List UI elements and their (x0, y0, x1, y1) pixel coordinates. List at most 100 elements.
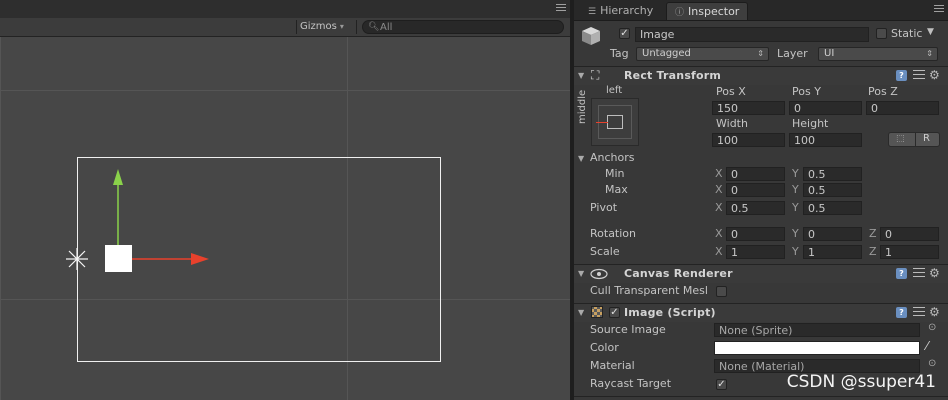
scene-view[interactable]: Gizmos ▾ 🔍︎ (0, 0, 570, 400)
scene-toolbar: Gizmos ▾ 🔍︎ (0, 18, 570, 37)
help-icon[interactable]: ? (896, 268, 907, 279)
watermark: CSDN @ssuper41 (786, 372, 936, 392)
dropdown-arrow-icon: ⇕ (757, 49, 764, 58)
pos-y-label: Pos Y (792, 85, 821, 98)
pivot-y-field[interactable]: 0.5 (803, 201, 862, 215)
source-image-field[interactable]: None (Sprite) (714, 323, 920, 337)
anchor-max-y-field[interactable]: 0.5 (803, 183, 862, 197)
anchor-min-y-field[interactable]: 0.5 (803, 167, 862, 181)
cull-transparent-checkbox[interactable] (716, 286, 727, 297)
toolbar-separator (356, 20, 357, 34)
pos-z-field[interactable]: 0 (866, 101, 939, 115)
inspector-menu-icon[interactable] (934, 5, 944, 13)
help-icon[interactable]: ? (896, 70, 907, 81)
search-icon: 🔍︎ (368, 22, 380, 32)
rect-transform-header[interactable]: ▼ ⛶ Rect Transform ? ⚙ (574, 66, 948, 85)
anchor-min-label: Min (605, 167, 625, 180)
static-dropdown-icon[interactable]: ▼ (927, 27, 934, 37)
panel-tabs: ☰ Hierarchy ⓘ Inspector (574, 0, 948, 21)
pivot-label: Pivot (590, 201, 618, 214)
cull-transparent-label: Cull Transparent Mesl (590, 284, 708, 297)
scale-label: Scale (590, 245, 620, 258)
panel-menu-icon[interactable] (556, 4, 566, 12)
y-label: Y (792, 167, 799, 180)
image-script-title: Image (Script) (624, 306, 716, 319)
scale-z-field[interactable]: 1 (880, 245, 939, 259)
y-label: Y (792, 201, 799, 214)
eyedropper-icon[interactable]: ⁄ (926, 339, 928, 353)
anchor-vertical-label: middle (577, 89, 588, 124)
width-field[interactable]: 100 (712, 133, 785, 147)
rotation-label: Rotation (590, 227, 637, 240)
gear-icon[interactable]: ⚙ (929, 266, 940, 280)
gear-icon[interactable]: ⚙ (929, 305, 940, 319)
x-label: X (715, 201, 723, 214)
scale-y-field[interactable]: 1 (803, 245, 862, 259)
gizmos-dropdown[interactable]: Gizmos ▾ (300, 20, 344, 34)
tab-inspector[interactable]: ⓘ Inspector (666, 2, 749, 20)
fold-arrow-icon[interactable]: ▼ (578, 71, 584, 80)
anchor-max-x-field[interactable]: 0 (726, 183, 785, 197)
raw-edit-button[interactable]: R (923, 133, 930, 144)
preset-icon[interactable] (913, 70, 925, 81)
anchors-fold-icon[interactable]: ▼ (578, 154, 584, 163)
tag-dropdown[interactable]: Untagged ⇕ (636, 47, 769, 61)
preset-icon[interactable] (913, 307, 925, 318)
x-axis-arrow-icon[interactable] (191, 253, 209, 265)
raycast-target-label: Raycast Target (590, 377, 672, 390)
pivot-x-field[interactable]: 0.5 (726, 201, 785, 215)
rect-transform-title: Rect Transform (624, 69, 722, 82)
raycast-target-checkbox[interactable]: ✓ (716, 379, 727, 390)
x-label: X (715, 245, 723, 258)
y-axis-arrow-icon[interactable] (113, 169, 123, 185)
anchors-label: Anchors (590, 151, 635, 164)
image-script-header[interactable]: ▼ ✓ Image (Script) ? ⚙ (574, 303, 948, 322)
layer-label: Layer (777, 47, 808, 60)
tab-hierarchy-label: Hierarchy (600, 4, 654, 17)
pos-y-field[interactable]: 0 (789, 101, 862, 115)
gear-icon[interactable]: ⚙ (929, 68, 940, 82)
rect-transform-icon: ⛶ (591, 68, 600, 82)
material-field[interactable]: None (Material) (714, 359, 920, 373)
rotation-z-field[interactable]: 0 (880, 227, 939, 241)
width-label: Width (716, 117, 748, 130)
pos-x-field[interactable]: 150 (712, 101, 785, 115)
height-label: Height (792, 117, 829, 130)
object-picker-icon[interactable]: ⊙ (928, 322, 936, 333)
canvas-renderer-header[interactable]: ▼ Canvas Renderer ? ⚙ (574, 264, 948, 283)
preset-icon[interactable] (913, 268, 925, 279)
image-enabled-checkbox[interactable]: ✓ (609, 307, 620, 318)
color-label: Color (590, 341, 619, 354)
anchor-presets-button[interactable] (591, 98, 639, 146)
scale-x-field[interactable]: 1 (726, 245, 785, 259)
static-label: Static (891, 27, 923, 40)
blueprint-icon[interactable]: ⬚ (896, 134, 905, 144)
dropdown-arrow-icon: ⇕ (926, 49, 933, 58)
image-object[interactable] (105, 245, 132, 272)
image-component-icon (591, 306, 603, 318)
layer-dropdown[interactable]: UI ⇕ (818, 47, 938, 61)
object-picker-icon[interactable]: ⊙ (928, 358, 936, 369)
fold-arrow-icon[interactable]: ▼ (578, 269, 584, 278)
rotation-y-field[interactable]: 0 (803, 227, 862, 241)
inspector-panel: ☰ Hierarchy ⓘ Inspector ✓ Image Static ▼ T… (574, 0, 948, 400)
tab-hierarchy[interactable]: ☰ Hierarchy (580, 2, 661, 20)
gameobject-active-checkbox[interactable]: ✓ (619, 28, 630, 39)
pivot-handle-icon[interactable] (66, 248, 88, 270)
help-icon[interactable]: ? (896, 307, 907, 318)
scene-search-input[interactable] (380, 21, 550, 33)
fold-arrow-icon[interactable]: ▼ (578, 308, 584, 317)
color-swatch[interactable] (714, 341, 920, 355)
tab-inspector-label: Inspector (688, 5, 740, 18)
rotation-x-field[interactable]: 0 (726, 227, 785, 241)
scene-search[interactable]: 🔍︎ (362, 20, 564, 34)
anchor-min-x-field[interactable]: 0 (726, 167, 785, 181)
y-label: Y (792, 183, 799, 196)
scene-canvas[interactable] (0, 37, 570, 400)
transform-gizmo[interactable] (0, 37, 570, 400)
static-checkbox[interactable] (876, 28, 887, 39)
gameobject-name-field[interactable]: Image (635, 27, 869, 42)
height-field[interactable]: 100 (789, 133, 862, 147)
material-label: Material (590, 359, 635, 372)
pos-x-label: Pos X (716, 85, 746, 98)
